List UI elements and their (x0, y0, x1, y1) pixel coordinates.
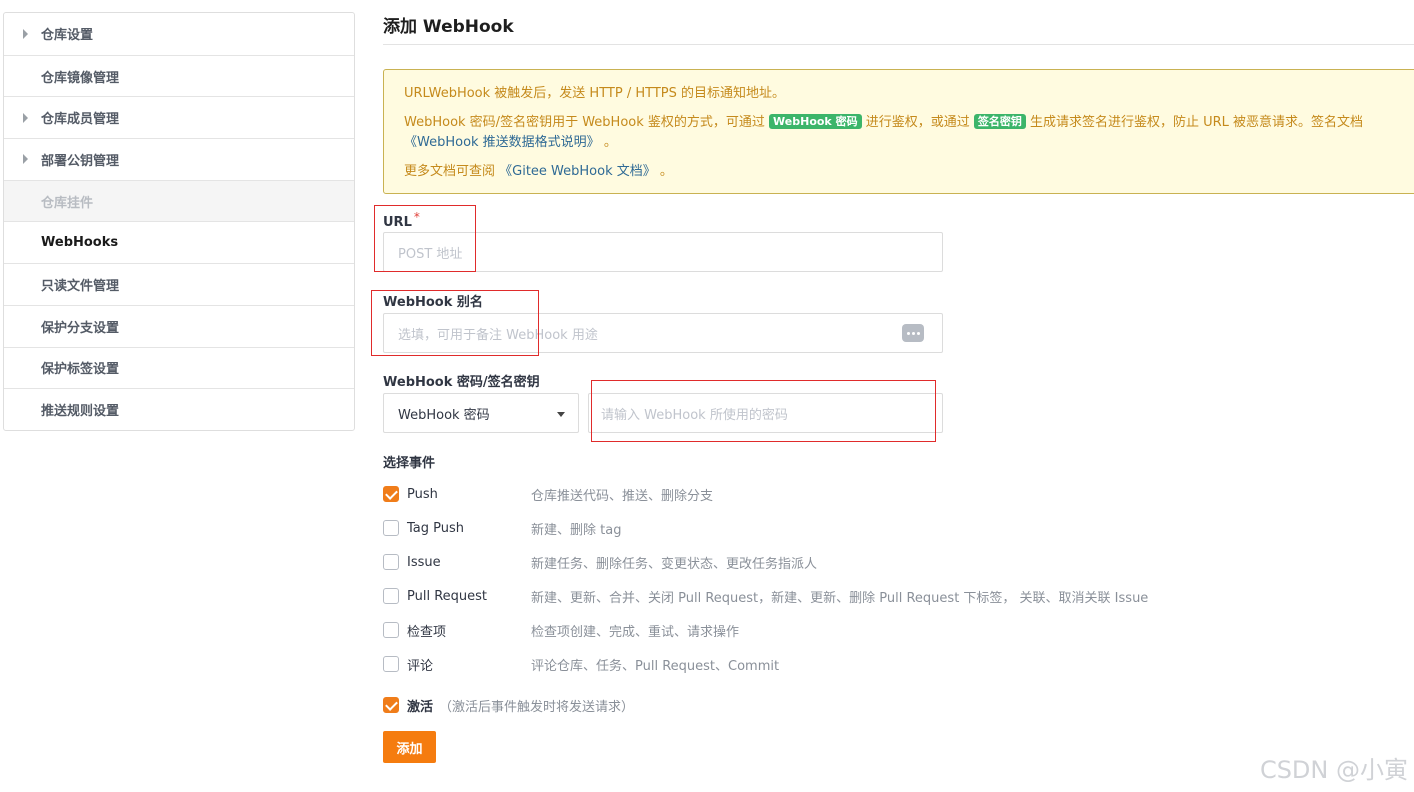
events-label: 选择事件 (383, 456, 436, 471)
activate-checkbox[interactable] (383, 697, 399, 713)
event-name: Tag Push (407, 520, 465, 536)
alias-placeholder: 选填，可用于备注 WebHook 用途 (398, 327, 598, 343)
page-title: 添加 WebHook (383, 17, 514, 37)
notice-text: 进行鉴权，或通过 (861, 115, 974, 130)
signature-key-badge: 签名密钥 (973, 114, 1026, 129)
activate-row: 激活 （激活后事件触发时将发送请求） (383, 695, 634, 715)
info-notice: URLWebHook 被触发后，发送 HTTP / HTTPS 的目标通知地址。… (383, 69, 1414, 194)
dropdown-arrow-icon (557, 412, 565, 417)
sidebar-item-protected-branches[interactable]: 保护分支设置 (4, 304, 354, 347)
event-row-pull-request: Pull Request 新建、更新、合并、关闭 Pull Request，新建… (383, 586, 1283, 606)
event-name: 检查项 (407, 624, 447, 640)
sidebar-item-mirror[interactable]: 仓库镜像管理 (4, 54, 354, 97)
event-row-check: 检查项 检查项创建、完成、重试、请求操作 (383, 620, 1283, 640)
sidebar-item-members[interactable]: 仓库成员管理 (4, 96, 354, 138)
activate-label: 激活 (407, 699, 434, 715)
event-row-comment: 评论 评论仓库、任务、Pull Request、Commit (383, 654, 1283, 674)
sidebar-item-push-rules[interactable]: 推送规则设置 (4, 388, 354, 430)
required-mark: * (413, 210, 420, 224)
sidebar-item-widgets: 仓库挂件 (4, 179, 354, 222)
notice-text: 。 (655, 164, 673, 179)
notice-line-2: WebHook 密码/签名密钥用于 WebHook 鉴权的方式，可通过 WebH… (404, 113, 1402, 133)
notice-line-4: 更多文档可查阅 《Gitee WebHook 文档》 。 (404, 162, 1402, 182)
sidebar-item-webhooks[interactable]: WebHooks (4, 221, 354, 263)
secret-label: WebHook 密码/签名密钥 (383, 375, 540, 390)
more-dots-icon[interactable] (902, 324, 924, 342)
url-placeholder: POST 地址 (398, 246, 463, 262)
settings-sidebar: 仓库设置 仓库镜像管理 仓库成员管理 部署公钥管理 仓库挂件 WebHooks … (3, 12, 355, 431)
url-label: URL * (383, 210, 420, 230)
notice-line-1: URLWebHook 被触发后，发送 HTTP / HTTPS 的目标通知地址。 (404, 86, 785, 101)
tag-push-checkbox[interactable] (383, 520, 399, 536)
add-button[interactable]: 添加 (383, 731, 436, 763)
sidebar-item-label: 仓库挂件 (41, 195, 94, 211)
event-desc: 新建任务、删除任务、变更状态、更改任务指派人 (531, 556, 818, 572)
url-input[interactable]: POST 地址 (383, 232, 943, 272)
pull-request-checkbox[interactable] (383, 588, 399, 604)
issue-checkbox[interactable] (383, 554, 399, 570)
sidebar-item-label: 仓库设置 (41, 28, 94, 44)
caret-right-icon (23, 112, 28, 123)
event-name: Issue (407, 554, 441, 570)
secret-type-value: WebHook 密码 (398, 407, 490, 423)
sidebar-item-deploy-keys[interactable]: 部署公钥管理 (4, 138, 354, 180)
caret-right-icon (23, 154, 28, 165)
sidebar-item-label: WebHooks (41, 235, 119, 251)
url-label-text: URL (383, 215, 412, 230)
push-checkbox[interactable] (383, 486, 399, 502)
sidebar-item-label: 部署公钥管理 (41, 153, 120, 169)
sidebar-item-label: 保护分支设置 (41, 320, 120, 336)
sidebar-item-readonly-files[interactable]: 只读文件管理 (4, 263, 354, 305)
sidebar-item-label: 保护标签设置 (41, 362, 120, 378)
event-desc: 新建、更新、合并、关闭 Pull Request，新建、更新、删除 Pull R… (531, 590, 1149, 606)
notice-text: WebHook 密码/签名密钥用于 WebHook 鉴权的方式，可通过 (404, 115, 770, 130)
secret-input[interactable]: 请输入 WebHook 所使用的密码 (588, 393, 943, 433)
secret-type-select[interactable]: WebHook 密码 (383, 393, 579, 433)
notice-text: 更多文档可查阅 (404, 164, 500, 179)
sidebar-item-label: 只读文件管理 (41, 278, 120, 294)
title-divider (383, 44, 1414, 45)
sidebar-item-label: 仓库成员管理 (41, 112, 120, 128)
alias-label: WebHook 别名 (383, 295, 483, 310)
event-desc: 检查项创建、完成、重试、请求操作 (531, 624, 740, 640)
gitee-webhook-doc-link[interactable]: 《Gitee WebHook 文档》 (499, 164, 656, 179)
event-name: 评论 (407, 658, 434, 674)
caret-right-icon (23, 28, 28, 39)
event-name: Pull Request (407, 588, 488, 604)
sidebar-item-repo-settings[interactable]: 仓库设置 (4, 13, 354, 55)
notice-text: 。 (599, 135, 617, 150)
webhook-password-badge: WebHook 密码 (769, 114, 862, 129)
alias-input[interactable]: 选填，可用于备注 WebHook 用途 (383, 313, 943, 353)
event-row-push: Push 仓库推送代码、推送、删除分支 (383, 484, 1283, 504)
event-desc: 评论仓库、任务、Pull Request、Commit (531, 658, 780, 674)
event-desc: 仓库推送代码、推送、删除分支 (531, 488, 714, 504)
notice-line-3: 《WebHook 推送数据格式说明》 。 (404, 133, 1402, 153)
sidebar-item-protected-tags[interactable]: 保护标签设置 (4, 346, 354, 389)
check-checkbox[interactable] (383, 622, 399, 638)
sidebar-item-label: 仓库镜像管理 (41, 70, 120, 86)
event-row-tag-push: Tag Push 新建、删除 tag (383, 518, 1283, 538)
event-row-issue: Issue 新建任务、删除任务、变更状态、更改任务指派人 (383, 552, 1283, 572)
secret-placeholder: 请输入 WebHook 所使用的密码 (601, 407, 788, 423)
notice-text: 生成请求签名进行鉴权，防止 URL 被恶意请求。签名文档 (1025, 115, 1364, 130)
watermark: CSDN @小寅 (1259, 756, 1408, 784)
event-name: Push (407, 486, 438, 502)
activate-hint: （激活后事件触发时将发送请求） (439, 699, 635, 715)
comment-checkbox[interactable] (383, 656, 399, 672)
sidebar-item-label: 推送规则设置 (41, 404, 120, 420)
event-desc: 新建、删除 tag (531, 522, 622, 538)
push-format-doc-link[interactable]: 《WebHook 推送数据格式说明》 (404, 135, 600, 150)
